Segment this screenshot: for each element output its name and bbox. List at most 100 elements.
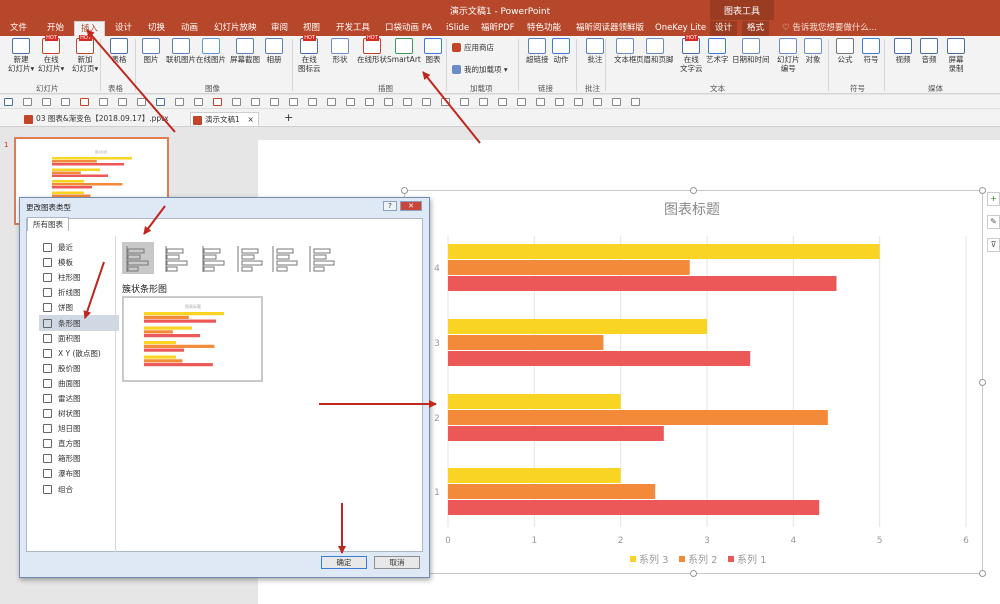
toolbar-icon[interactable] bbox=[61, 98, 70, 106]
icon-cloud-button[interactable]: HOT 在线 图标云 bbox=[298, 35, 321, 73]
toolbar-icon[interactable] bbox=[80, 98, 89, 106]
tab-onekey-lite[interactable]: OneKey Lite bbox=[655, 21, 706, 36]
datetime-button[interactable]: 日期和时间 bbox=[732, 38, 770, 64]
equation-button[interactable]: 公式 bbox=[836, 38, 854, 64]
picture-button[interactable]: 图片 bbox=[142, 38, 160, 64]
online-shapes-button[interactable]: HOT 在线形状 bbox=[357, 35, 387, 64]
bar-subtype-icon[interactable] bbox=[198, 242, 230, 274]
bar-subtype-icon[interactable] bbox=[268, 242, 300, 274]
comment-button[interactable]: 批注 bbox=[586, 38, 604, 64]
bar-subtype-icon[interactable] bbox=[233, 242, 265, 274]
new-tab-button[interactable]: + bbox=[280, 112, 293, 126]
screenshot-button[interactable]: 屏幕截图 bbox=[230, 38, 260, 64]
tab-design[interactable]: 设计 bbox=[115, 21, 132, 36]
toolbar-icon[interactable] bbox=[365, 98, 374, 106]
toolbar-icon[interactable] bbox=[403, 98, 412, 106]
toolbar-icon[interactable] bbox=[289, 98, 298, 106]
toolbar-icon[interactable] bbox=[118, 98, 127, 106]
tab-pocket-animation[interactable]: 口袋动画 PA bbox=[385, 21, 432, 36]
resize-handle[interactable] bbox=[401, 187, 408, 194]
toolbar-icon[interactable] bbox=[460, 98, 469, 106]
word-cloud-button[interactable]: HOT 在线 文字云 bbox=[680, 35, 703, 73]
chart-type-item[interactable]: 面积图 bbox=[39, 331, 119, 346]
chart-type-item[interactable]: 模板 bbox=[39, 255, 119, 270]
toolbar-icon[interactable] bbox=[308, 98, 317, 106]
hyperlink-button[interactable]: 超链接 bbox=[526, 38, 549, 64]
tab-review[interactable]: 审阅 bbox=[271, 21, 288, 36]
app-store-button[interactable]: 应用商店 bbox=[452, 42, 494, 53]
chart-type-item[interactable]: 雷达图 bbox=[39, 391, 119, 406]
bar-subtype-icon[interactable] bbox=[122, 242, 154, 274]
chart-type-item[interactable]: 折线图 bbox=[39, 285, 119, 300]
ok-button[interactable]: 确定 bbox=[321, 556, 367, 569]
tab-chart-format[interactable]: 格式 bbox=[742, 21, 770, 36]
close-icon[interactable]: × bbox=[247, 113, 253, 127]
toolbar-icon[interactable] bbox=[555, 98, 564, 106]
help-button[interactable]: ? bbox=[383, 201, 397, 211]
chart-type-item[interactable]: 组合 bbox=[39, 482, 119, 497]
toolbar-icon[interactable] bbox=[23, 98, 32, 106]
bar-subtype-icon[interactable] bbox=[161, 242, 193, 274]
toolbar-icon[interactable] bbox=[42, 98, 51, 106]
toolbar-icon[interactable] bbox=[612, 98, 621, 106]
add-page-button[interactable]: HOT 新加 幻灯页▾ bbox=[72, 35, 98, 73]
chart-selection-frame[interactable] bbox=[401, 187, 986, 577]
toolbar-icon[interactable] bbox=[346, 98, 355, 106]
tab-chart-design[interactable]: 设计 bbox=[710, 21, 738, 36]
toolbar-icon[interactable] bbox=[441, 98, 450, 106]
tab-slideshow[interactable]: 幻灯片放映 bbox=[214, 21, 257, 36]
chart-elements-button[interactable]: + bbox=[987, 192, 1000, 206]
chart-type-item[interactable]: 瀑布图 bbox=[39, 466, 119, 481]
action-button[interactable]: 动作 bbox=[552, 38, 570, 64]
header-footer-button[interactable]: 页眉和页脚 bbox=[636, 38, 674, 64]
screen-record-button[interactable]: 屏幕 录制 bbox=[947, 38, 965, 73]
audio-button[interactable]: 音频 bbox=[920, 38, 938, 64]
tab-insert[interactable]: 插入 bbox=[74, 21, 106, 36]
my-addins-button[interactable]: 我的加载项 ▾ bbox=[452, 64, 508, 75]
new-slide-button[interactable]: 新建 幻灯片▾ bbox=[8, 38, 34, 73]
online-slide-button[interactable]: HOT 在线 幻灯片▾ bbox=[38, 35, 64, 73]
chart-type-item[interactable]: 箱形图 bbox=[39, 451, 119, 466]
toolbar-icon[interactable] bbox=[384, 98, 393, 106]
chart-type-item[interactable]: X Y (散点图) bbox=[39, 346, 119, 361]
toolbar-icon[interactable] bbox=[422, 98, 431, 106]
symbol-button[interactable]: 符号 bbox=[862, 38, 880, 64]
toolbar-icon[interactable] bbox=[517, 98, 526, 106]
tab-transitions[interactable]: 切换 bbox=[148, 21, 165, 36]
tab-islide[interactable]: iSlide bbox=[446, 21, 469, 36]
chart-styles-button[interactable]: ✎ bbox=[987, 215, 1000, 229]
toolbar-icon[interactable] bbox=[175, 98, 184, 106]
tab-home[interactable]: 开始 bbox=[47, 21, 64, 36]
tab-foxit-reader[interactable]: 福昕阅读器领鲜版 bbox=[576, 21, 644, 36]
chart-type-item[interactable]: 条形图 bbox=[39, 315, 119, 331]
tab-features[interactable]: 特色功能 bbox=[527, 21, 561, 36]
toolbar-icon[interactable] bbox=[270, 98, 279, 106]
object-button[interactable]: 对象 bbox=[804, 38, 822, 64]
video-button[interactable]: 视频 bbox=[894, 38, 912, 64]
chart-type-item[interactable]: 最近 bbox=[39, 240, 119, 255]
smartart-button[interactable]: SmartArt bbox=[387, 38, 421, 64]
toolbar-icon[interactable] bbox=[479, 98, 488, 106]
doc-tab-file[interactable]: 03 图表&渐变色【2018.09.17】.pptx bbox=[22, 112, 169, 126]
chart-type-item[interactable]: 树状图 bbox=[39, 406, 119, 421]
chart-button[interactable]: 图表 bbox=[424, 38, 442, 64]
toolbar-icon[interactable] bbox=[99, 98, 108, 106]
tab-developer[interactable]: 开发工具 bbox=[336, 21, 370, 36]
tell-me-box[interactable]: ♡ 告诉我您想要做什么... bbox=[782, 21, 877, 36]
chart-type-item[interactable]: 直方图 bbox=[39, 436, 119, 451]
resize-handle[interactable] bbox=[979, 187, 986, 194]
toolbar-icon[interactable] bbox=[156, 98, 165, 106]
toolbar-icon[interactable] bbox=[593, 98, 602, 106]
chart-type-item[interactable]: 饼图 bbox=[39, 300, 119, 315]
doc-tab-active[interactable]: 演示文稿1 × bbox=[190, 112, 259, 126]
chart-type-item[interactable]: 曲面图 bbox=[39, 376, 119, 391]
resize-handle[interactable] bbox=[979, 379, 986, 386]
resize-handle[interactable] bbox=[690, 570, 697, 577]
toolbar-icon[interactable] bbox=[4, 98, 13, 106]
table-button[interactable]: 表格 bbox=[110, 38, 128, 64]
toolbar-icon[interactable] bbox=[232, 98, 241, 106]
online-picture-button[interactable]: 联机图片 bbox=[166, 38, 196, 64]
chart-type-item[interactable]: 柱形图 bbox=[39, 270, 119, 285]
textbox-button[interactable]: 文本框 bbox=[614, 38, 637, 64]
toolbar-icon[interactable] bbox=[536, 98, 545, 106]
